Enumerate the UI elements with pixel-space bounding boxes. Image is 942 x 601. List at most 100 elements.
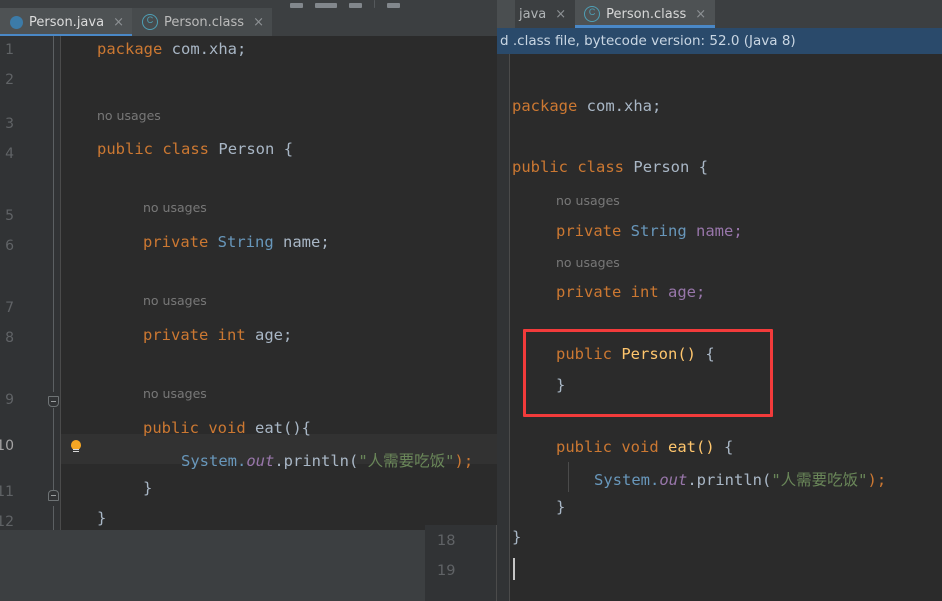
code-line-package: package com.xha; xyxy=(512,97,661,115)
string-literal: "人需要吃饭" xyxy=(771,471,868,489)
tabbar-left-edge xyxy=(497,0,515,28)
close-icon[interactable]: × xyxy=(695,7,706,22)
field-name: name; xyxy=(696,222,743,240)
line-number: 9 xyxy=(5,392,14,408)
close-icon[interactable]: × xyxy=(113,15,124,30)
kw-void: void xyxy=(208,419,246,437)
code-line-close-class: } xyxy=(512,528,522,546)
line-number: 3 xyxy=(5,116,14,132)
code-line-class-decl: public class Person { xyxy=(97,140,293,158)
code-line-method-eat: public void eat(){ xyxy=(143,419,311,437)
class-file-icon: C xyxy=(584,6,601,22)
field-age: age; xyxy=(668,283,706,301)
code-line-field-name: private String name; xyxy=(556,222,743,240)
right-editor-area[interactable]: package com.xha; public class Person { n… xyxy=(497,54,942,601)
java-file-icon xyxy=(10,15,23,29)
code-line-close-method: } xyxy=(143,479,153,497)
code-line-field-name: private String name; xyxy=(143,233,330,251)
line-number: 7 xyxy=(5,300,14,316)
line-number-current: 10 xyxy=(0,438,14,454)
decompiler-notification-banner[interactable]: d .class file, bytecode version: 52.0 (J… xyxy=(497,28,942,54)
usage-hint: no usages xyxy=(97,108,161,123)
left-editor-area[interactable]: 1 2 3 4 5 6 7 8 9 10 11 12 package com.x… xyxy=(0,36,497,530)
close-icon[interactable]: × xyxy=(555,7,566,22)
brace: { xyxy=(724,438,734,456)
type-string: String xyxy=(217,233,274,251)
kw-private: private xyxy=(143,233,209,251)
line-number: 2 xyxy=(5,72,14,88)
usage-hint: no usages xyxy=(556,255,620,270)
tab-person-java[interactable]: Person.java × xyxy=(0,8,132,36)
line-number: 4 xyxy=(5,146,14,162)
usage-hint: no usages xyxy=(556,193,620,208)
package-name: com.xha; xyxy=(171,40,247,58)
tab-truncated-java[interactable]: java × xyxy=(515,0,575,28)
tab-person-class-label: Person.class xyxy=(163,14,245,30)
line-number: 18 xyxy=(437,533,456,549)
type-string: String xyxy=(630,222,687,240)
type-int: int xyxy=(217,326,246,344)
right-code-content[interactable]: package com.xha; public class Person { n… xyxy=(510,54,942,601)
usage-hint: no usages xyxy=(143,200,207,215)
method-eat-name: eat() xyxy=(668,438,715,456)
usage-hint: no usages xyxy=(143,293,207,308)
kw-class: class xyxy=(162,140,210,158)
left-bottom-panel xyxy=(0,530,497,601)
tab-person-class-active[interactable]: C Person.class × xyxy=(575,0,716,28)
fold-guide-line xyxy=(53,408,54,490)
kw-public: public xyxy=(512,158,568,176)
field-name: name; xyxy=(283,233,330,251)
indent-guide xyxy=(568,462,569,492)
string-literal: "人需要吃饭" xyxy=(358,452,455,470)
close-icon[interactable]: × xyxy=(253,15,264,30)
line-number: 19 xyxy=(437,563,456,579)
right-gutter-strip[interactable] xyxy=(497,54,510,601)
line-number: 12 xyxy=(0,514,14,530)
fold-close-icon[interactable] xyxy=(48,490,59,501)
method-eat-signature: eat(){ xyxy=(255,419,312,437)
toolbar-separator xyxy=(374,0,375,8)
kw-class: class xyxy=(577,158,625,176)
background-ide-window: Person.java × C Person.class × 1 2 3 4 5… xyxy=(0,0,497,601)
field-out: out xyxy=(659,471,688,489)
kw-public: public xyxy=(556,438,612,456)
code-line-package: package com.xha; xyxy=(97,40,246,58)
kw-private: private xyxy=(143,326,209,344)
code-line-field-age: private int age; xyxy=(143,326,292,344)
line-number: 5 xyxy=(5,208,14,224)
type-system: System. xyxy=(594,471,660,489)
fold-open-icon[interactable] xyxy=(48,396,59,407)
class-name: Person xyxy=(218,140,275,158)
right-window-gutter-overlay[interactable]: 18 19 xyxy=(425,525,497,601)
field-out: out xyxy=(246,452,275,470)
kw-private: private xyxy=(556,222,622,240)
class-file-icon: C xyxy=(141,14,158,30)
code-line-method-eat: public void eat() { xyxy=(556,438,733,456)
left-code-content[interactable]: package com.xha; no usages public class … xyxy=(61,36,497,530)
red-highlight-annotation xyxy=(523,329,773,417)
type-system: System. xyxy=(181,452,247,470)
tabbar-filler xyxy=(715,0,942,28)
kw-private: private xyxy=(556,283,622,301)
left-gutter[interactable]: 1 2 3 4 5 6 7 8 9 10 11 12 xyxy=(0,36,61,530)
paren-semi: ); xyxy=(454,452,474,470)
fold-guide-line xyxy=(53,506,54,530)
tab-person-class-active-label: Person.class xyxy=(606,6,687,22)
banner-text: d .class file, bytecode version: 52.0 (J… xyxy=(500,33,796,49)
field-age: age; xyxy=(255,326,293,344)
brace: { xyxy=(283,140,294,158)
toolbar-icon-group xyxy=(290,0,400,8)
paren-semi: ); xyxy=(867,471,887,489)
code-line-close-class: } xyxy=(97,509,107,527)
tab-person-java-label: Person.java xyxy=(29,14,105,30)
code-line-close-method: } xyxy=(556,498,566,516)
left-editor-tabbar: Person.java × C Person.class × xyxy=(0,8,497,37)
line-number: 11 xyxy=(0,484,14,500)
tab-person-class[interactable]: C Person.class × xyxy=(131,8,272,36)
kw-package: package xyxy=(97,40,163,58)
method-println: .println( xyxy=(274,452,359,470)
foreground-ide-window: java × C Person.class × d .class file, b… xyxy=(497,0,942,601)
kw-public: public xyxy=(143,419,199,437)
right-editor-tabbar: java × C Person.class × xyxy=(497,0,942,28)
ide-screenshot-root: Person.java × C Person.class × 1 2 3 4 5… xyxy=(0,0,942,601)
